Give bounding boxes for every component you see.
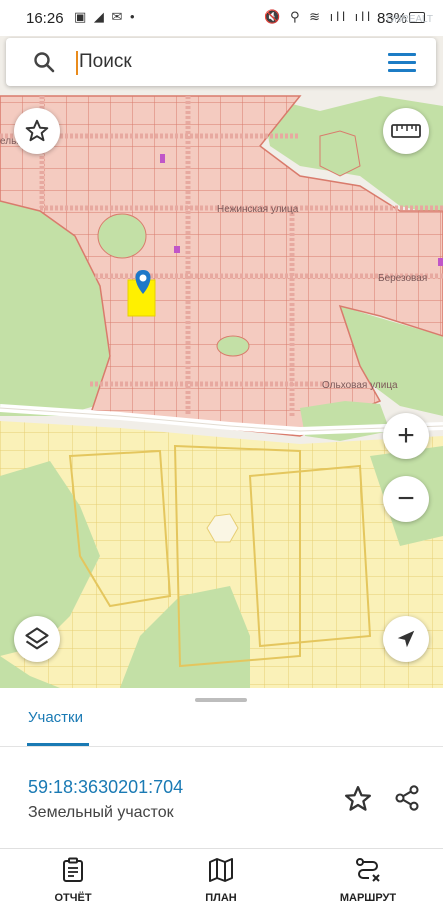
star-icon [25, 119, 49, 142]
map-view[interactable]: Нежинская улица Березовая Ольховая улица… [0, 36, 443, 688]
tab-parcels[interactable]: Участки [28, 709, 83, 726]
menu-icon[interactable] [388, 53, 416, 77]
bottom-navigation: ОТЧЁТ ПЛАН МАРШРУТ [0, 848, 443, 911]
parcel-type: Земельный участок [28, 804, 174, 821]
text-cursor [76, 51, 78, 75]
navigation-arrow-icon [397, 630, 415, 648]
system-icons: 🔇 ⚲ ≋ ıll ıll [264, 9, 373, 24]
building-marker [174, 246, 180, 253]
watermark: ONREALT [386, 14, 434, 25]
report-label: ОТЧЁТ [54, 892, 92, 904]
share-icon[interactable] [393, 784, 421, 812]
divider [0, 746, 443, 747]
park-area [216, 335, 250, 357]
status-bar: 16:26 ▣ ◢ ✉ • 🔇 ⚲ ≋ ıll ıll 83% ONREALT [0, 0, 443, 36]
plan-label: ПЛАН [205, 892, 237, 904]
parcel-cadastral-number[interactable]: 59:18:3630201:704 [28, 777, 183, 798]
search-input[interactable]: Поиск [79, 51, 132, 73]
ruler-icon [391, 124, 421, 138]
ruler-button[interactable] [383, 108, 429, 154]
building-marker [160, 154, 165, 163]
layers-button[interactable] [14, 616, 60, 662]
zoom-out-button[interactable]: − [383, 476, 429, 522]
report-icon [63, 857, 83, 882]
street-label: Березовая [378, 273, 427, 284]
street-label: Нежинская улица [217, 204, 299, 215]
building-marker [438, 258, 443, 266]
map-plan-icon [209, 858, 233, 882]
map-canvas[interactable]: Нежинская улица Березовая Ольховая улица… [0, 36, 443, 688]
layers-icon [25, 627, 49, 650]
street-label: Ольховая улица [322, 380, 398, 391]
favorites-button[interactable] [14, 108, 60, 154]
search-icon[interactable] [32, 50, 56, 74]
status-time: 16:26 [26, 10, 64, 27]
star-icon[interactable] [343, 784, 373, 814]
zoom-in-button[interactable]: + [383, 413, 429, 459]
sheet-drag-handle[interactable] [195, 698, 247, 702]
route-button[interactable]: МАРШРУТ [323, 857, 413, 904]
search-bar[interactable]: Поиск [6, 38, 436, 86]
locate-button[interactable] [383, 616, 429, 662]
route-label: МАРШРУТ [339, 892, 397, 904]
notification-icons: ▣ ◢ ✉ • [74, 9, 137, 24]
plan-button[interactable]: ПЛАН [176, 857, 266, 904]
route-icon [356, 858, 380, 882]
park-area [97, 213, 147, 259]
report-button[interactable]: ОТЧЁТ [28, 857, 118, 904]
park-area [319, 130, 361, 177]
